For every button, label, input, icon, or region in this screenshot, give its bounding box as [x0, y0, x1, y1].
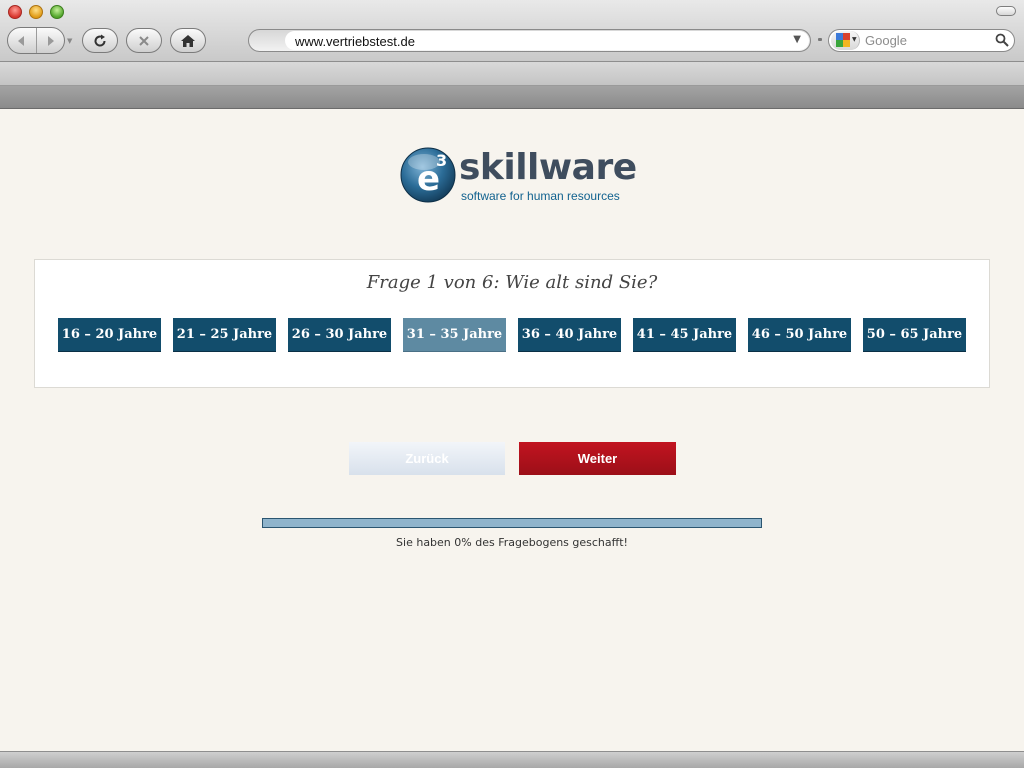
address-bar[interactable]: www.vertriebstest.de ▼: [248, 29, 811, 52]
url-text[interactable]: www.vertriebstest.de: [295, 34, 415, 49]
search-box[interactable]: ▼: [828, 29, 1015, 52]
bookmarks-bar: [0, 62, 1024, 86]
minimize-window-button[interactable]: [29, 5, 43, 19]
address-field[interactable]: www.vertriebstest.de ▼: [285, 31, 809, 50]
age-option-50-65[interactable]: 50 – 65 Jahre: [863, 318, 966, 351]
forward-arrow-icon: [48, 35, 54, 46]
back-button[interactable]: [8, 28, 37, 53]
zoom-window-button[interactable]: [50, 5, 64, 19]
history-dropdown-icon[interactable]: ▼: [67, 37, 72, 45]
status-bar: [0, 751, 1024, 768]
close-window-button[interactable]: [8, 5, 22, 19]
next-nav-button[interactable]: Weiter: [519, 442, 676, 475]
stop-icon: [139, 35, 149, 46]
logo-tagline: software for human resources: [461, 189, 620, 203]
question-card: Frage 1 von 6: Wie alt sind Sie? 16 – 20…: [34, 259, 990, 388]
svg-text:3: 3: [436, 151, 447, 170]
home-icon: [181, 34, 195, 47]
stop-button[interactable]: [126, 28, 162, 53]
engine-dropdown-icon: ▼: [852, 36, 857, 43]
browser-toolbar: ▼ www.vertriebstest.de ▼ ▼: [0, 0, 1024, 62]
search-icon[interactable]: [995, 33, 1009, 47]
search-engine-selector[interactable]: ▼: [831, 31, 860, 50]
age-option-16-20[interactable]: 16 – 20 Jahre: [58, 318, 161, 351]
age-option-21-25[interactable]: 21 – 25 Jahre: [173, 318, 276, 351]
e3-logo-badge: e 3: [400, 147, 456, 203]
back-forward-group: [7, 27, 65, 54]
back-arrow-icon: [18, 35, 24, 46]
home-button[interactable]: [170, 28, 206, 53]
search-input[interactable]: [865, 32, 985, 49]
forward-button[interactable]: [36, 28, 64, 53]
question-title: Frage 1 von 6: Wie alt sind Sie?: [366, 272, 658, 293]
progress-text: Sie haben 0% des Fragebogens geschafft!: [396, 536, 628, 549]
back-nav-button[interactable]: Zurück: [349, 442, 505, 475]
age-option-26-30[interactable]: 26 – 30 Jahre: [288, 318, 391, 351]
url-dropdown-icon[interactable]: ▼: [793, 34, 801, 45]
age-option-36-40[interactable]: 36 – 40 Jahre: [518, 318, 621, 351]
logo-wordmark: skillware: [459, 147, 637, 188]
reload-icon: [94, 34, 106, 47]
toolbar-toggle-button[interactable]: [996, 6, 1016, 16]
reload-button[interactable]: [82, 28, 118, 53]
google-engine-icon: [836, 33, 850, 47]
progress-bar: [262, 518, 762, 528]
tab-strip: [0, 86, 1024, 109]
age-option-31-35[interactable]: 31 – 35 Jahre: [403, 318, 506, 351]
address-bar-grip: [818, 38, 822, 41]
skillware-logo: e 3 skillware software for human resourc…: [400, 144, 637, 208]
age-option-46-50[interactable]: 46 – 50 Jahre: [748, 318, 851, 351]
age-option-41-45[interactable]: 41 – 45 Jahre: [633, 318, 736, 351]
